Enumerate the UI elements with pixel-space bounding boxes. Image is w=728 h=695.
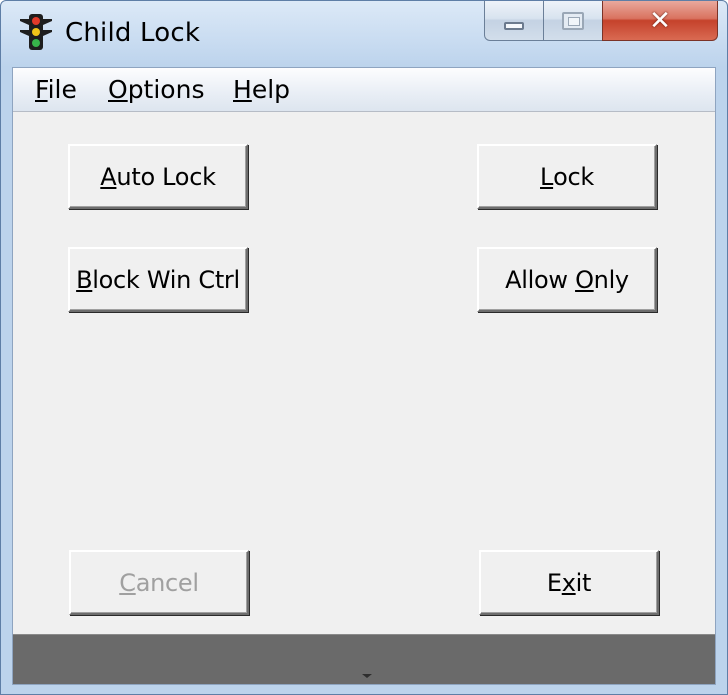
exit-label: it: [575, 568, 592, 597]
menu-help-label: elp: [251, 75, 291, 104]
resize-grip-icon[interactable]: [362, 674, 372, 678]
allow-only-accel: O: [575, 265, 594, 294]
allow-only-label-pre: Allow: [505, 265, 576, 294]
window-title: Child Lock: [65, 18, 201, 48]
auto-lock-button[interactable]: Auto Lock: [68, 144, 248, 209]
exit-accel: x: [561, 568, 576, 597]
lock-button[interactable]: Lock: [477, 144, 657, 209]
title-bar[interactable]: Child Lock ✕: [1, 1, 727, 67]
auto-lock-label: uto Lock: [116, 162, 216, 191]
traffic-light-icon: [20, 14, 52, 50]
allow-only-label: nly: [593, 265, 629, 294]
exit-label-pre: E: [546, 568, 562, 597]
exit-button[interactable]: Ex it: [479, 550, 659, 615]
caption-buttons: ✕: [484, 1, 718, 45]
menu-options-label: ptions: [127, 75, 205, 104]
close-icon: ✕: [649, 5, 671, 36]
client-area: File Options Help Auto Lock Lock Block W…: [12, 67, 716, 685]
menu-file-accel: F: [35, 75, 48, 104]
block-win-ctrl-button[interactable]: Block Win Ctrl: [68, 247, 248, 312]
cancel-accel: C: [119, 568, 136, 597]
block-win-ctrl-accel: B: [76, 265, 93, 294]
menu-file-label: ile: [47, 75, 77, 104]
app-window: Child Lock ✕ File Options Help Auto Lock…: [0, 0, 728, 695]
dialog-body: Auto Lock Lock Block Win Ctrl Allow Only…: [13, 112, 715, 634]
status-bar: [13, 634, 715, 684]
block-win-ctrl-label: lock Win Ctrl: [92, 265, 240, 294]
menu-options[interactable]: Options: [106, 74, 206, 106]
auto-lock-accel: A: [100, 162, 117, 191]
menu-help-accel: H: [233, 75, 252, 104]
menu-file[interactable]: File: [33, 74, 79, 106]
maximize-button[interactable]: [543, 1, 603, 41]
minimize-icon: [504, 21, 524, 30]
cancel-button[interactable]: Cancel: [69, 550, 249, 615]
menu-help[interactable]: Help: [231, 74, 292, 106]
cancel-label: ancel: [135, 568, 199, 597]
menu-bar: File Options Help: [13, 68, 715, 112]
close-button[interactable]: ✕: [602, 1, 718, 41]
lock-label: ock: [553, 162, 594, 191]
lock-accel: L: [540, 162, 554, 191]
allow-only-button[interactable]: Allow Only: [477, 247, 657, 312]
maximize-icon: [562, 11, 584, 30]
minimize-button[interactable]: [484, 1, 544, 41]
menu-options-accel: O: [108, 75, 128, 104]
